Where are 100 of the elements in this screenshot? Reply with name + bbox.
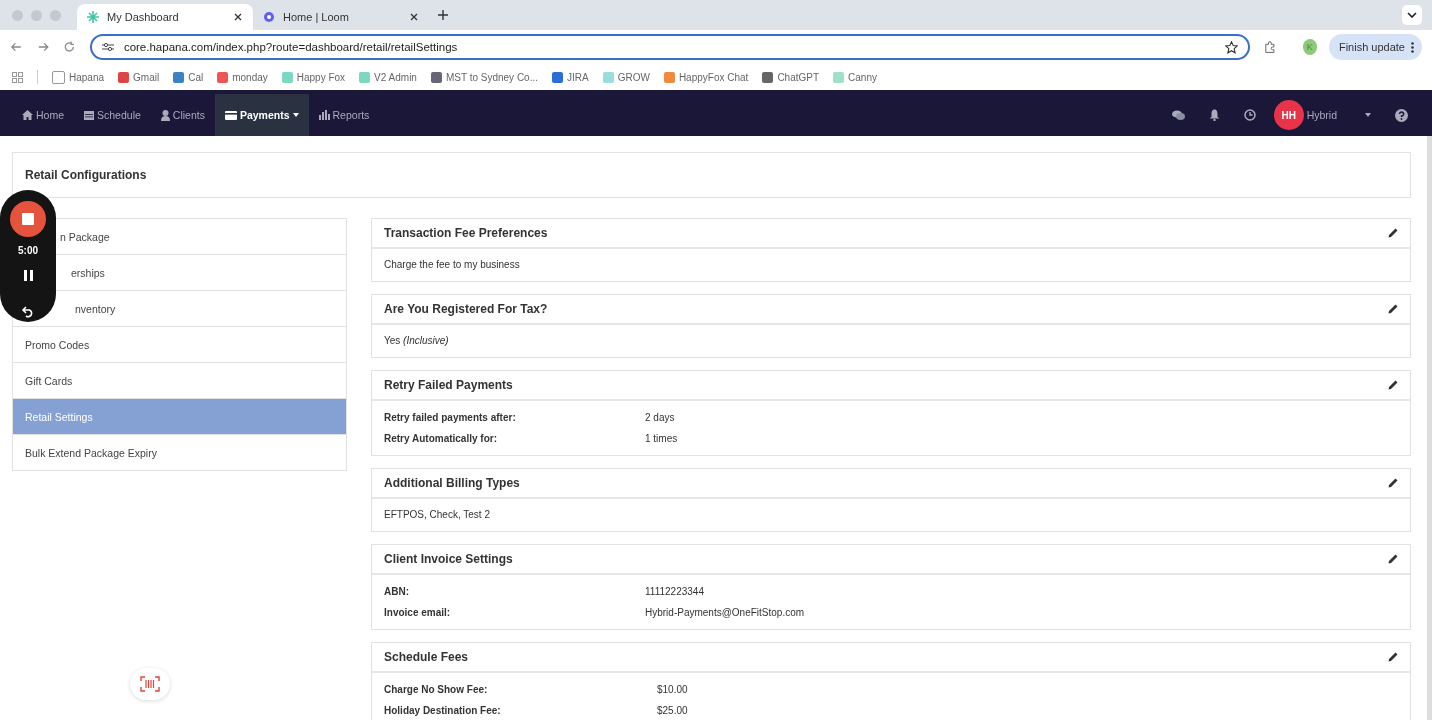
apps-grid-icon[interactable]: [12, 71, 23, 83]
card-icon: [224, 110, 237, 120]
bookmark[interactable]: Cal: [173, 71, 204, 83]
edit-icon[interactable]: [1388, 380, 1398, 390]
bookmark-icon: [359, 71, 371, 83]
bookmark-icon: [663, 71, 675, 83]
bookmark-icon: [430, 71, 442, 83]
pause-icon[interactable]: [23, 270, 33, 281]
nav-item[interactable]: Home: [12, 94, 74, 136]
bar-chart-icon: [318, 110, 330, 120]
panel-title: Additional Billing Types: [384, 476, 520, 490]
panel-text: Yes (Inclusive): [384, 335, 449, 346]
bookmark[interactable]: ChatGPT: [762, 71, 820, 83]
field-value: $25.00: [656, 703, 689, 718]
bookmark-icon: [173, 71, 185, 83]
field-value: Hybrid-Payments@OneFitStop.com: [645, 605, 806, 620]
bookmark-icon: [602, 71, 614, 83]
edit-icon[interactable]: [1388, 304, 1398, 314]
panel-text: EFTPOS, Check, Test 2: [384, 509, 490, 520]
field-label: ABN:: [384, 584, 410, 599]
bookmark-icon: [118, 71, 130, 83]
panel-title: Client Invoice Settings: [384, 552, 513, 566]
puzzle-icon[interactable]: [1263, 40, 1277, 54]
edit-icon[interactable]: [1388, 228, 1398, 238]
site-settings-icon[interactable]: [101, 42, 114, 52]
field-label: Holiday Destination Fee:: [384, 703, 502, 718]
panel-title: Schedule Fees: [384, 650, 469, 664]
user-icon: [160, 109, 170, 121]
loom-button[interactable]: [130, 668, 170, 700]
field-label: Retry Automatically for:: [384, 431, 498, 446]
bookmark[interactable]: HappyFox Chat: [663, 71, 749, 83]
recording-timer: 5:00: [18, 245, 38, 256]
field-value: 11112223344: [645, 584, 705, 599]
panel-title: Retry Failed Payments: [384, 378, 513, 392]
panel-title: Transaction Fee Preferences: [384, 226, 548, 240]
page-title: Retail Configurations: [25, 168, 147, 182]
browser-tab[interactable]: Home | Loom: [253, 4, 429, 30]
user-avatar[interactable]: HH: [1273, 100, 1304, 130]
close-icon[interactable]: [409, 12, 419, 22]
home-icon: [22, 110, 33, 120]
back-icon[interactable]: [10, 40, 23, 54]
bookmark[interactable]: Hapana: [52, 70, 105, 84]
nav-item[interactable]: Payments: [214, 94, 309, 136]
close-icon[interactable]: [233, 12, 243, 22]
bookmark-icon: [762, 71, 774, 83]
sidebar-item[interactable]: Promo Codes: [13, 327, 346, 363]
bookmark[interactable]: MST to Sydney Co...: [430, 71, 538, 83]
caret-icon: [1365, 113, 1371, 117]
edit-icon[interactable]: [1388, 478, 1398, 488]
bookmark[interactable]: Gmail: [118, 71, 160, 83]
tab-search-button[interactable]: [1402, 5, 1422, 25]
field-value: 1 times: [645, 431, 679, 446]
barcode-icon: [140, 676, 160, 692]
more-icon: [1411, 41, 1414, 53]
finish-update-button[interactable]: Finish update: [1328, 34, 1422, 60]
chat-icon[interactable]: [1171, 109, 1185, 121]
bookmark[interactable]: Canny: [833, 71, 877, 83]
sidebar-item[interactable]: Bulk Extend Package Expiry: [13, 435, 346, 471]
field-label: Charge No Show Fee:: [384, 682, 489, 697]
forward-icon[interactable]: [36, 40, 50, 54]
stop-button[interactable]: [10, 201, 46, 237]
bookmark[interactable]: V2 Admin: [359, 71, 417, 83]
clock-icon[interactable]: [1243, 109, 1256, 121]
bookmark-icon: [281, 71, 293, 83]
sparkle-icon: [87, 11, 99, 23]
bookmark-icon: [217, 71, 229, 83]
bookmark[interactable]: monday: [217, 71, 268, 83]
bookmark-icon: [552, 71, 563, 83]
address-bar[interactable]: core.hapana.com/index.php?route=dashboard/retail/retailSettings: [89, 34, 1250, 60]
nav-item[interactable]: Schedule: [74, 94, 151, 136]
field-label: Invoice email:: [384, 605, 452, 620]
nav-item[interactable]: Reports: [308, 94, 380, 136]
sidebar-item[interactable]: n Package: [60, 230, 110, 243]
browser-tab[interactable]: My Dashboard: [77, 4, 253, 30]
bookmark[interactable]: Happy Fox: [281, 71, 346, 83]
stop-icon: [22, 213, 34, 225]
sidebar-item[interactable]: nventory: [75, 302, 116, 315]
star-icon[interactable]: [1224, 40, 1238, 54]
field-label: Retry failed payments after:: [384, 410, 517, 425]
help-icon[interactable]: [1395, 108, 1408, 122]
edit-icon[interactable]: [1388, 554, 1398, 564]
reload-icon[interactable]: [63, 40, 76, 54]
nav-item[interactable]: Clients: [150, 94, 215, 136]
caret-icon: [292, 113, 299, 117]
bookmark[interactable]: JIRA: [552, 71, 589, 83]
field-value: $10.00: [656, 682, 689, 697]
bookmark-icon: [52, 70, 65, 84]
bookmark[interactable]: GROW: [602, 71, 650, 83]
chevron-down-icon: [1407, 12, 1417, 18]
bookmark-icon: [833, 71, 845, 83]
edit-icon[interactable]: [1388, 652, 1398, 662]
field-value: 2 days: [645, 410, 676, 425]
new-tab-icon[interactable]: [437, 9, 449, 21]
panel-text: Charge the fee to my business: [384, 259, 520, 270]
user-menu[interactable]: Hybrid: [1306, 109, 1371, 121]
undo-icon[interactable]: [21, 305, 35, 319]
bell-icon[interactable]: [1208, 109, 1220, 121]
sidebar-item[interactable]: erships: [71, 266, 105, 279]
panel-title: Are You Registered For Tax?: [384, 302, 548, 316]
calendar-icon: [84, 110, 94, 120]
